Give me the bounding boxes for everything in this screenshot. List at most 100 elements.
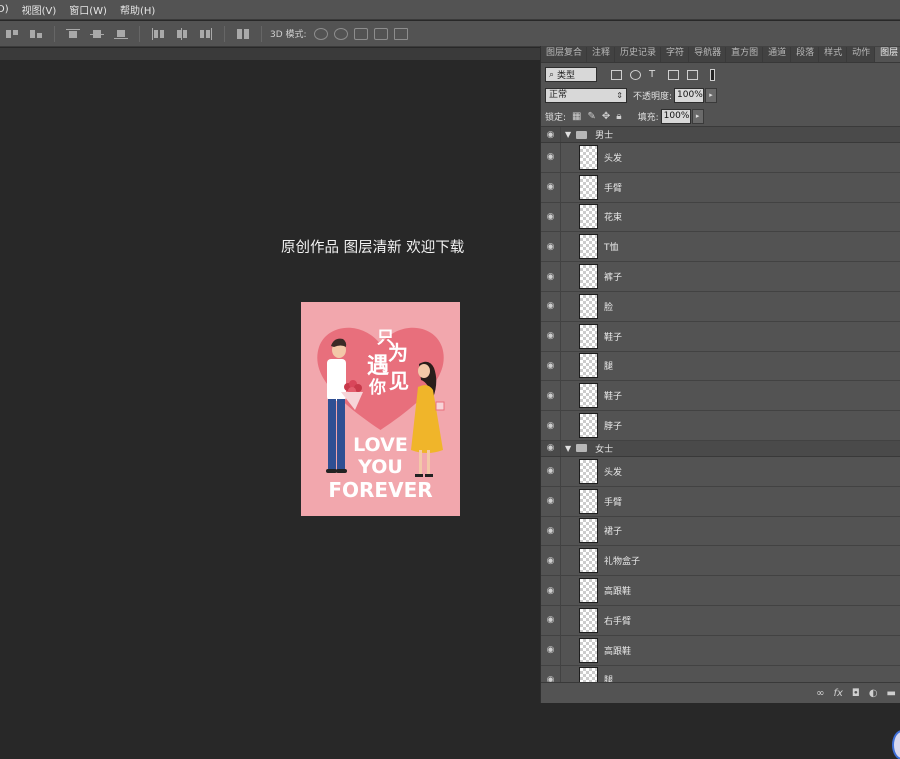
distribute-right-icon[interactable] [199,27,213,40]
panel-tab[interactable]: 样式 [819,47,848,62]
align-bottom-icon[interactable] [29,28,43,40]
lock-transparent-icon[interactable]: ▦ [572,111,581,122]
layer-row[interactable]: ◉ 腿 [541,665,900,682]
visibility-eye-icon[interactable]: ◉ [541,665,561,682]
menu-item-d[interactable]: D) [0,4,9,15]
layer-row[interactable]: ◉ 裤子 [541,262,900,292]
visibility-eye-icon[interactable]: ◉ [541,546,561,576]
layer-row[interactable]: ◉ 高跟鞋 [541,635,900,666]
blend-mode-select[interactable]: 正常 [545,88,627,103]
layer-row[interactable]: ◉ 脸 [541,291,900,322]
layer-row[interactable]: ◉ 头发 [541,143,900,173]
visibility-eye-icon[interactable]: ◉ [541,321,561,351]
assistant-badge-icon[interactable] [892,730,900,759]
visibility-eye-icon[interactable]: ◉ [541,143,561,172]
fill-input[interactable]: 100% [660,109,691,124]
filter-type-icon[interactable]: T [649,69,660,80]
3d-rotate-icon[interactable] [313,27,328,40]
visibility-eye-icon[interactable]: ◉ [541,456,561,486]
poster-you: YOU [358,456,403,478]
panel-tab[interactable]: 历史记录 [615,47,662,62]
filter-adjustment-icon[interactable] [630,69,641,80]
filter-toggle-icon[interactable] [710,68,715,81]
menu-item-help[interactable]: 帮助(H) [120,2,155,17]
layer-row[interactable]: ◉ T恤 [541,232,900,263]
layer-name: 头发 [604,153,623,164]
layer-row[interactable]: ◉ 花束 [541,202,900,233]
layer-name: 脸 [604,302,614,313]
distribute-center-icon[interactable] [90,28,104,40]
layer-row[interactable]: ◉ 裙子 [541,516,900,547]
visibility-eye-icon[interactable]: ◉ [541,381,561,411]
panel-tab[interactable]: 字符 [661,47,690,62]
panel-tab[interactable]: 动作 [847,47,876,62]
filter-shape-icon[interactable] [668,69,679,80]
distribute-hcenter-icon[interactable] [175,27,189,40]
3d-slide-icon[interactable] [373,27,388,40]
visibility-eye-icon[interactable]: ◉ [541,127,561,142]
distribute-bottom-icon[interactable] [114,28,128,40]
panel-tabs: 图层复合 注释 历史记录 字符 导航器 直方图 通道 段落 样式 动作 图层 [541,46,900,63]
panel-tab[interactable]: 注释 [587,47,616,62]
visibility-eye-icon[interactable]: ◉ [541,411,561,440]
folder-icon[interactable]: ▬ [887,688,896,699]
visibility-eye-icon[interactable]: ◉ [541,172,561,202]
visibility-eye-icon[interactable]: ◉ [541,440,561,456]
layers-list: ◉ ▼ 男士 ◉ 头发 ◉ 手臂 ◉ 花束 ◉ T恤 ◉ 裤子 ◉ 脸 ◉ 鞋子 ◉ 腿 ◉ 鞋子 ◉ 脖子 ◉ ▼ 女士 ◉ 头发 ◉… [541,126,900,682]
3d-scale-icon[interactable] [393,27,408,40]
panel-tab[interactable]: 图层复合 [541,47,588,62]
filter-smartobject-icon[interactable] [687,69,698,80]
layer-row[interactable]: ◉ 脖子 [541,411,900,441]
opacity-input[interactable]: 100% [674,88,705,103]
layer-row[interactable]: ◉ 高跟鞋 [541,576,900,606]
mask-icon[interactable]: ◘ [852,688,860,699]
link-icon[interactable]: ∞ [816,688,824,699]
layer-row[interactable]: ◉ 右手臂 [541,605,900,636]
group-expand-icon[interactable]: ▼ [565,130,571,139]
panel-tab[interactable]: 直方图 [726,47,764,62]
visibility-eye-icon[interactable]: ◉ [541,291,561,321]
distribute-top-icon[interactable] [66,28,80,40]
menu-item-view[interactable]: 视图(V) [22,2,57,17]
lock-paint-icon[interactable]: ✎ [588,111,596,122]
layer-filter-select[interactable]: ⌕ 类型 [545,67,597,82]
visibility-eye-icon[interactable]: ◉ [541,262,561,291]
visibility-eye-icon[interactable]: ◉ [541,202,561,232]
align-top-icon[interactable] [5,28,19,40]
visibility-eye-icon[interactable]: ◉ [541,232,561,262]
lock-all-icon[interactable]: 🔒︎ [616,111,621,122]
group-name: 男士 [595,131,614,141]
panel-tab[interactable]: 通道 [763,47,792,62]
visibility-eye-icon[interactable]: ◉ [541,486,561,516]
menu-item-window[interactable]: 窗口(W) [69,2,107,17]
visibility-eye-icon[interactable]: ◉ [541,576,561,605]
filter-pixel-icon[interactable] [611,69,622,80]
visibility-eye-icon[interactable]: ◉ [541,516,561,546]
layer-group-row[interactable]: ◉ ▼ 男士 [541,127,900,143]
fx-icon[interactable]: fx [833,688,842,699]
layer-row[interactable]: ◉ 手臂 [541,172,900,203]
panel-tab[interactable]: 图层 [875,47,900,62]
layer-row[interactable]: ◉ 手臂 [541,486,900,517]
auto-align-icon[interactable] [236,28,250,40]
panel-tab[interactable]: 段落 [791,47,820,62]
adjustment-icon[interactable]: ◐ [869,688,878,699]
lock-position-icon[interactable]: ✥ [602,111,610,122]
layer-group-row[interactable]: ◉ ▼ 女士 [541,440,900,457]
group-expand-icon[interactable]: ▼ [565,444,571,453]
visibility-eye-icon[interactable]: ◉ [541,635,561,665]
panel-tab[interactable]: 导航器 [689,47,727,62]
layer-row[interactable]: ◉ 头发 [541,456,900,487]
layer-row[interactable]: ◉ 腿 [541,351,900,382]
visibility-eye-icon[interactable]: ◉ [541,605,561,635]
distribute-left-icon[interactable] [151,27,165,40]
3d-roll-icon[interactable] [333,27,348,40]
layer-row[interactable]: ◉ 鞋子 [541,321,900,352]
visibility-eye-icon[interactable]: ◉ [541,351,561,381]
fill-dropdown-icon[interactable]: ▸ [691,109,704,124]
layer-row[interactable]: ◉ 鞋子 [541,381,900,412]
layer-thumbnail [579,293,598,319]
opacity-dropdown-icon[interactable]: ▸ [705,88,718,103]
3d-pan-icon[interactable] [353,27,368,40]
layer-row[interactable]: ◉ 礼物盒子 [541,546,900,577]
